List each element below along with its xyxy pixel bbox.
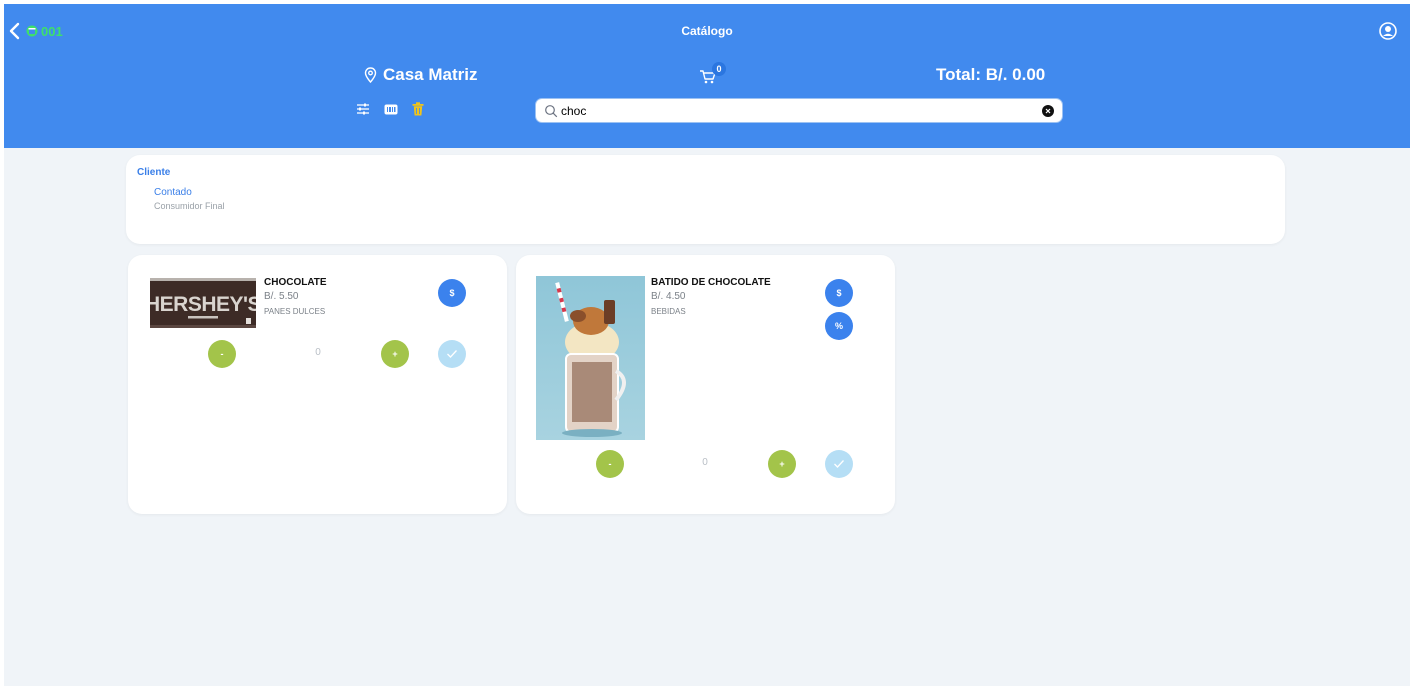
price-button[interactable]: $ — [438, 279, 466, 307]
product-price: B/. 5.50 — [264, 291, 299, 302]
quantity-value: 0 — [702, 457, 708, 468]
filter-sliders-icon[interactable] — [356, 103, 370, 115]
search-input[interactable] — [561, 103, 1042, 118]
price-button[interactable]: $ — [825, 279, 853, 307]
product-name: CHOCOLATE — [264, 277, 327, 288]
search-bar — [535, 98, 1063, 123]
increase-quantity-button[interactable]: + — [768, 450, 796, 478]
product-category: BEBIDAS — [651, 307, 686, 316]
product-category: PANES DULCES — [264, 307, 326, 316]
checkmark-icon — [447, 350, 457, 358]
order-total: Total: B/. 0.00 — [936, 65, 1046, 84]
toolbar — [356, 102, 424, 116]
user-account-icon[interactable] — [1379, 22, 1397, 40]
clear-search-icon[interactable] — [1042, 104, 1054, 117]
product-image — [536, 276, 645, 440]
decrease-quantity-button[interactable]: - — [596, 450, 624, 478]
barcode-card-icon[interactable] — [384, 104, 398, 115]
discount-button[interactable]: % — [825, 312, 853, 340]
increase-quantity-button[interactable]: + — [381, 340, 409, 368]
branch-selector[interactable]: Casa Matriz — [364, 65, 477, 85]
app-frame: 001 Catálogo Casa Matriz 0 Total: B/. 0.… — [4, 4, 1410, 686]
client-card[interactable]: Cliente Contado Consumidor Final — [126, 155, 1285, 244]
location-pin-icon — [364, 67, 377, 83]
client-name: Consumidor Final — [154, 201, 225, 211]
confirm-add-button[interactable] — [825, 450, 853, 478]
client-label: Cliente — [137, 167, 171, 178]
branch-name: Casa Matriz — [383, 65, 478, 84]
header-bar: 001 Catálogo Casa Matriz 0 Total: B/. 0.… — [4, 4, 1410, 148]
confirm-add-button[interactable] — [438, 340, 466, 368]
page-title: Catálogo — [681, 24, 733, 38]
search-icon — [545, 104, 558, 117]
product-card: HERSHEY'S CHOCOLATE B/. 5.50 PANES DULCE… — [128, 255, 507, 514]
quantity-value: 0 — [315, 347, 321, 358]
trash-icon[interactable] — [412, 102, 424, 116]
product-image: HERSHEY'S — [150, 276, 256, 329]
decrease-quantity-button[interactable]: - — [208, 340, 236, 368]
product-name: BATIDO DE CHOCOLATE — [651, 277, 771, 288]
cart-count-badge: 0 — [712, 62, 726, 76]
product-card: BATIDO DE CHOCOLATE B/. 4.50 BEBIDAS $ %… — [516, 255, 895, 514]
product-price: B/. 4.50 — [651, 291, 686, 302]
checkmark-icon — [834, 460, 844, 468]
client-type: Contado — [154, 187, 192, 198]
svg-text:HERSHEY'S: HERSHEY'S — [150, 293, 256, 316]
